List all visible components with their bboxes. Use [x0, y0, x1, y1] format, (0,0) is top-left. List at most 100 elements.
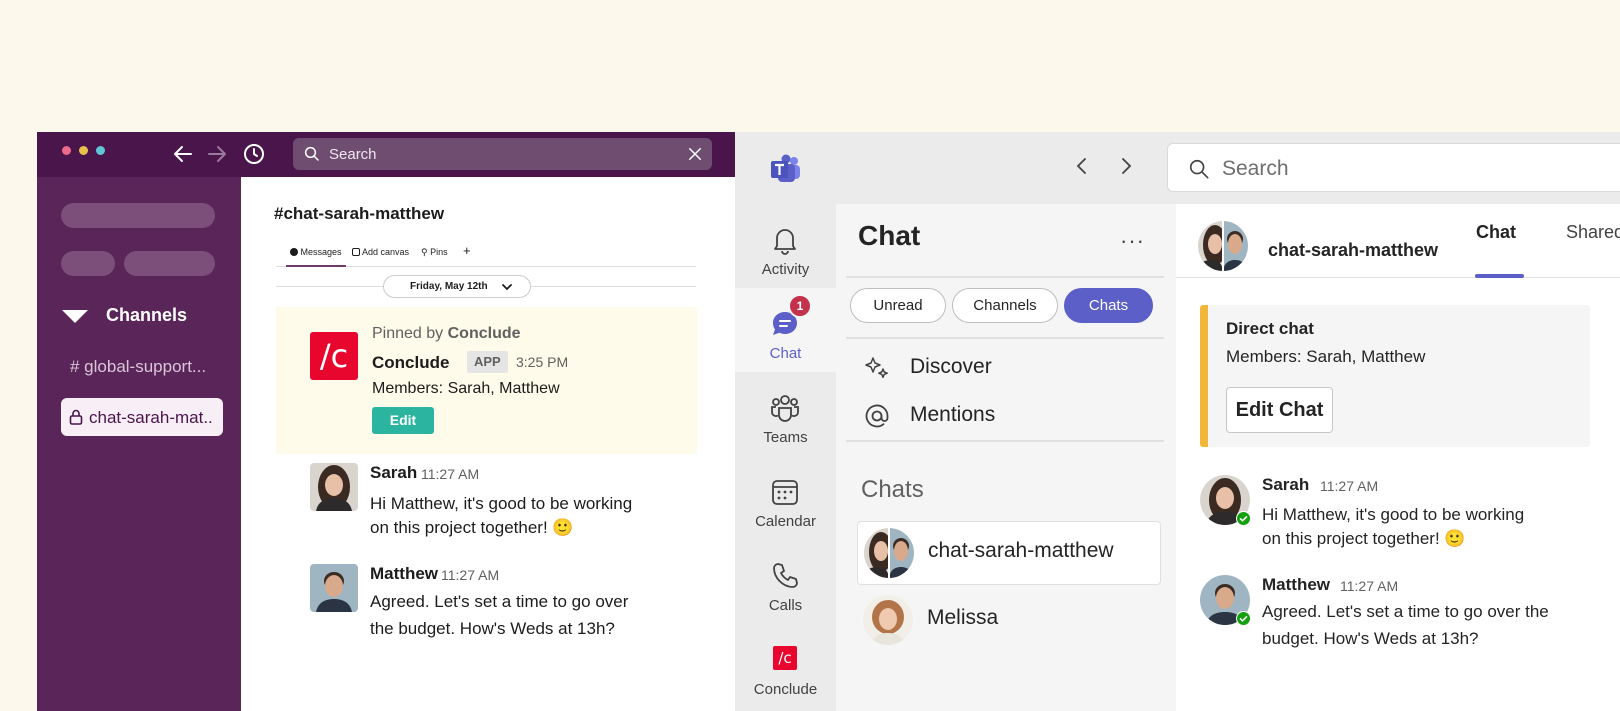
slack-sidebar: Channels # global-support... chat-sarah-…: [37, 177, 241, 711]
filter-unread[interactable]: Unread: [850, 288, 946, 323]
filter-channels[interactable]: Channels: [952, 288, 1058, 323]
unread-badge: 1: [788, 294, 812, 318]
minimize-window-dot[interactable]: [79, 146, 88, 155]
bell-icon: [774, 229, 796, 255]
available-status-icon: [1236, 511, 1251, 526]
back-arrow-icon[interactable]: [171, 142, 195, 166]
chats-section-label: Chats: [861, 476, 924, 503]
teams-window: Search Activity 1 Chat Teams Calendar Ca…: [735, 132, 1620, 711]
message-text: Agreed. Let's set a time to go over the …: [370, 592, 629, 638]
phone-icon: [773, 563, 798, 588]
clear-search-icon[interactable]: [686, 145, 704, 163]
slack-window: Search Channels # global-support... chat…: [37, 132, 735, 711]
teams-search-placeholder: Search: [1222, 157, 1289, 180]
chat-item-label: Melissa: [927, 606, 999, 629]
divider: [846, 276, 1164, 278]
message-timestamp: 11:27 AM: [1340, 578, 1399, 594]
chat-list-pane: Chat ··· Unread Channels Chats Discover …: [836, 204, 1176, 711]
sidebar-placeholder-pill: [61, 203, 215, 228]
tab-pins[interactable]: ⚲ Pins: [421, 247, 448, 258]
teams-titlebar: Search: [735, 132, 1620, 204]
message-timestamp[interactable]: 3:25 PM: [516, 354, 568, 370]
active-tab-indicator: [1475, 274, 1524, 278]
slack-titlebar: Search: [37, 132, 735, 177]
at-mention-icon: [865, 404, 889, 428]
history-clock-icon[interactable]: [242, 142, 266, 166]
filter-chats[interactable]: Chats: [1064, 288, 1153, 323]
more-options-icon[interactable]: ···: [1120, 228, 1145, 254]
conclude-logo: /c: [310, 332, 358, 380]
avatar-melissa: [863, 595, 913, 645]
close-window-dot[interactable]: [62, 146, 71, 155]
search-icon: [304, 146, 319, 161]
edit-button[interactable]: Edit: [372, 407, 434, 434]
group-avatar[interactable]: [1198, 221, 1248, 271]
message-timestamp[interactable]: 11:27 AM: [441, 567, 499, 583]
search-icon: [1189, 159, 1209, 179]
members-text: Members: Sarah, Matthew: [372, 380, 560, 397]
message-timestamp: 11:27 AM: [1320, 478, 1379, 494]
app-sender-name[interactable]: Conclude: [372, 353, 449, 373]
active-tab-indicator: [286, 265, 346, 267]
chat-item-chat-sarah-matthew[interactable]: chat-sarah-matthew: [857, 521, 1161, 585]
message-timestamp[interactable]: 11:27 AM: [421, 466, 479, 482]
date-jump-button[interactable]: Friday, May 12th: [383, 275, 531, 298]
app-badge: APP: [467, 351, 508, 373]
channel-tabs: Messages Add canvas ⚲ Pins +: [276, 241, 696, 267]
canvas-icon: [352, 248, 360, 256]
rail-label: Activity: [761, 261, 810, 278]
mentions-item[interactable]: Mentions: [910, 403, 995, 427]
rail-item-calendar[interactable]: Calendar: [735, 456, 836, 540]
sidebar-item-global-support[interactable]: # global-support...: [70, 357, 206, 377]
conversation-header: chat-sarah-matthew Chat Shared: [1176, 204, 1620, 278]
tab-add-canvas[interactable]: Add canvas: [352, 247, 409, 257]
tab-shared[interactable]: Shared: [1566, 222, 1620, 243]
card-title: Direct chat: [1226, 319, 1314, 338]
avatar-matthew[interactable]: [310, 564, 358, 612]
avatar-matthew[interactable]: [1200, 575, 1251, 626]
teams-app-rail: Activity 1 Chat Teams Calendar Calls /c …: [735, 204, 836, 711]
message-text: Hi Matthew, it's good to be working on t…: [370, 494, 633, 537]
date-label: Friday, May 12th: [410, 281, 488, 292]
rail-item-activity[interactable]: Activity: [735, 204, 836, 288]
discover-item[interactable]: Discover: [910, 355, 992, 379]
message-sender-name: Matthew: [1262, 575, 1330, 594]
forward-arrow-icon[interactable]: [205, 142, 229, 166]
rail-item-calls[interactable]: Calls: [735, 540, 836, 624]
rail-item-teams[interactable]: Teams: [735, 372, 836, 456]
sidebar-placeholder-pill: [124, 251, 215, 276]
chat-list-title: Chat: [858, 220, 921, 251]
rail-label: Conclude: [753, 681, 818, 698]
teams-people-icon: [771, 395, 799, 422]
divider: [846, 440, 1164, 442]
back-chevron-icon[interactable]: [1072, 156, 1092, 176]
chat-item-melissa[interactable]: Melissa: [857, 589, 1161, 653]
rail-label: Chat: [769, 345, 802, 362]
add-tab-button[interactable]: +: [463, 243, 471, 258]
slack-search-placeholder: Search: [329, 146, 377, 163]
collapse-caret-icon[interactable]: [62, 310, 88, 323]
slack-search-bar[interactable]: Search: [293, 138, 712, 170]
message-sender-name[interactable]: Sarah: [370, 463, 417, 483]
maximize-window-dot[interactable]: [96, 146, 105, 155]
pinned-message: /c Pinned by Conclude Conclude APP 3:25 …: [276, 307, 697, 454]
message-text: Agreed. Let's set a time to go over the …: [1262, 602, 1549, 648]
conclude-app-icon: /c: [773, 646, 797, 670]
channels-section-label[interactable]: Channels: [106, 305, 187, 326]
message-sender-name[interactable]: Matthew: [370, 564, 438, 584]
sidebar-item-chat-sarah-matthew[interactable]: chat-sarah-mat..: [61, 398, 223, 436]
tab-chat[interactable]: Chat: [1476, 222, 1516, 243]
sidebar-item-label: chat-sarah-mat..: [89, 408, 213, 427]
teams-search-bar[interactable]: Search: [1167, 143, 1620, 192]
rail-item-chat[interactable]: 1 Chat: [735, 288, 836, 372]
rail-item-conclude[interactable]: /c Conclude: [735, 624, 836, 708]
forward-chevron-icon[interactable]: [1116, 156, 1136, 176]
edit-chat-button[interactable]: Edit Chat: [1226, 387, 1333, 433]
available-status-icon: [1236, 611, 1251, 626]
tab-messages[interactable]: Messages: [290, 247, 342, 257]
channel-title: #chat-sarah-matthew: [274, 204, 445, 223]
avatar-sarah[interactable]: [1200, 475, 1251, 526]
calendar-icon: [772, 480, 798, 505]
message-sender-name: Sarah: [1262, 475, 1310, 494]
avatar-sarah[interactable]: [310, 463, 358, 511]
